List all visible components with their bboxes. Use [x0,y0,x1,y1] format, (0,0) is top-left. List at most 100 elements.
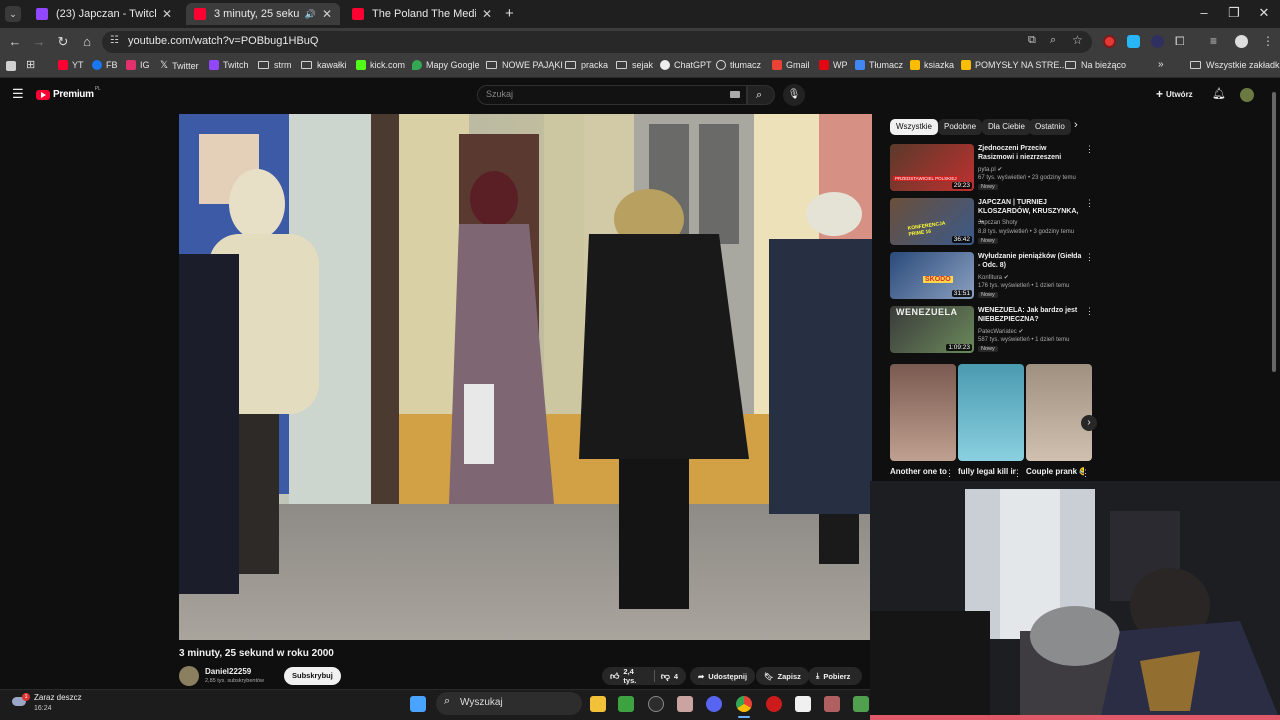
video-thumbnail[interactable]: KONFERENCJA PRIME 16 36:42 [890,198,974,245]
bookmark-yt[interactable]: YT [58,60,84,70]
close-window-icon[interactable]: ✕ [1254,5,1274,21]
youtube-logo[interactable]: Premium PL [36,86,101,100]
close-tab-icon[interactable]: ✕ [162,7,172,21]
voice-search-mic-icon[interactable]: 🎙 [783,84,805,106]
close-tab-icon[interactable]: ✕ [322,7,332,21]
recommendation-title[interactable]: Zjednoczeni Przeciw Rasizmowi i niezrzes… [978,144,1084,162]
more-options-icon[interactable]: ⋮ [1013,468,1022,479]
shorts-next-chevron-icon[interactable]: › [1081,415,1097,431]
share-button[interactable]: ➦ Udostępnij [690,667,756,685]
weather-widget[interactable]: 1 Zaraz deszcz 16:24 [10,693,100,717]
app-icon[interactable] [795,696,811,712]
home-icon[interactable]: ⌂ [79,34,95,50]
dislike-button[interactable]: 👎︎ 4 [661,671,678,682]
bookmark-folder-nowe-pajaki[interactable]: NOWE PAJĄKI [486,60,563,70]
app-icon[interactable] [618,696,634,712]
audio-playing-icon[interactable]: 🔊 [305,9,316,20]
bookmark-tlumacz-google[interactable]: Tłumacz [855,60,903,70]
more-options-icon[interactable]: ⋮ [945,468,954,479]
extension-icon[interactable] [1127,35,1140,48]
forward-arrow-icon[interactable]: → [31,34,47,50]
chrome-menu-icon[interactable]: ⋮ [1262,34,1274,48]
channel-name[interactable]: pyta.pl ✔ [978,166,1002,173]
extensions-puzzle-icon[interactable]: ⧠ [1175,34,1185,49]
chip-for-you[interactable]: Dla Ciebie [982,119,1031,135]
channel-name[interactable]: Daniel22259 [205,667,251,676]
media-controls-icon[interactable]: ≡ [1210,34,1217,48]
recommendation-item[interactable]: WENEZUELA 1:09:23 WENEZUELA: Jak bardzo … [890,306,1095,356]
bookmark-fb[interactable]: FB [92,60,118,70]
bookmark-folder-na-biezaco[interactable]: Na bieżąco [1065,60,1126,70]
channel-avatar[interactable] [179,666,199,686]
more-options-icon[interactable]: ⋮ [1085,252,1094,263]
recommendation-title[interactable]: Wyłudzanie pieniążków (Giełda - Odc. 8) [978,252,1084,270]
reload-icon[interactable]: ↻ [55,34,71,50]
bookmark-folder-strm[interactable]: strm [258,60,292,70]
bookmark-ksiazka[interactable]: ksiazka [910,60,954,70]
video-thumbnail[interactable]: SKODO 31:51 [890,252,974,299]
minimize-icon[interactable]: – [1194,5,1214,20]
recommendation-item[interactable]: PRZEDSTAWICIEL POLSKIEJ 29:23 Zjednoczen… [890,144,1095,194]
zoom-icon[interactable]: ⌕ [1050,34,1056,47]
channel-name[interactable]: Japczan Shoty [978,220,1017,226]
bookmark-star-icon[interactable]: ☆ [1072,33,1083,47]
bookmark-maps[interactable]: Mapy Google [412,60,480,70]
profile-avatar[interactable] [1235,35,1248,48]
new-tab-button[interactable]: + [505,5,514,22]
file-explorer-icon[interactable] [590,696,606,712]
taskbar-search[interactable]: ⌕ Wyszukaj [436,692,582,715]
menu-hamburger-icon[interactable]: ☰ [12,86,24,102]
recommendation-item[interactable]: KONFERENCJA PRIME 16 36:42 JAPCZAN | TUR… [890,198,1095,248]
discord-icon[interactable] [706,696,722,712]
download-button[interactable]: ⤓ Pobierz [808,667,862,685]
short-title[interactable]: Couple prank 😂 #funny [1026,467,1084,479]
short-title[interactable]: fully legal kill in Hitman [958,467,1016,479]
save-button[interactable]: 🔖︎ Zapisz [756,667,809,685]
bookmark-all-bookmarks[interactable]: Wszystkie zakładki [1190,60,1280,70]
bookmark-ig[interactable]: IG [126,60,150,70]
search-input[interactable]: Szukaj [477,85,747,105]
apps-grid-icon[interactable]: ⊞ [26,58,35,71]
notifications-bell-icon[interactable]: 🔔︎ [1212,87,1226,100]
app-icon[interactable] [648,696,664,712]
back-arrow-icon[interactable]: ← [7,34,23,50]
app-icon[interactable] [824,696,840,712]
bookmark-kick[interactable]: kick.com [356,60,405,70]
bookmark-folder-sejak[interactable]: sejak [616,60,653,70]
channel-name[interactable]: PatecWariatec ✔ [978,328,1024,335]
bookmark-chatgpt[interactable]: ChatGPT [660,60,712,70]
recommendation-item[interactable]: SKODO 31:51 Wyłudzanie pieniążków (Giełd… [890,252,1095,302]
record-extension-icon[interactable] [1103,35,1116,48]
bookmark-pomysly[interactable]: POMYSŁY NA STRE... [961,60,1067,70]
site-info-icon[interactable]: ☷ [110,35,119,46]
address-bar[interactable]: ☷ youtube.com/watch?v=POBbug1HBuQ ⧉ ⌕ ☆ [102,31,1092,53]
bookmark-tlumacz[interactable]: tłumacz [716,60,761,70]
short-title[interactable]: Another one to haunt yo... [890,467,948,479]
create-button[interactable]: + Utwórz [1156,87,1193,101]
chip-similar[interactable]: Podobne [938,119,983,135]
windows-start-icon[interactable] [410,696,426,712]
browser-tab-youtube[interactable]: The Poland The Media Won't Sh ✕ [344,3,500,25]
short-thumbnail[interactable] [890,364,956,461]
more-options-icon[interactable]: ⋮ [1085,306,1094,317]
more-options-icon[interactable]: ⋮ [1085,198,1094,209]
video-thumbnail[interactable]: PRZEDSTAWICIEL POLSKIEJ 29:23 [890,144,974,191]
more-options-icon[interactable]: ⋮ [1081,468,1090,479]
account-avatar[interactable] [1240,88,1254,102]
video-thumbnail[interactable]: WENEZUELA 1:09:23 [890,306,974,353]
bookmark-gmail[interactable]: Gmail [772,60,810,70]
bookmark-folder-pracka[interactable]: pracka [565,60,608,70]
bookmark-twitter[interactable]: 𝕏 Twitter [160,60,199,71]
video-player[interactable] [179,114,872,640]
short-thumbnail[interactable] [958,364,1024,461]
keyboard-icon[interactable] [730,91,740,98]
tab-search-button[interactable]: ⌄ [5,6,21,22]
install-app-icon[interactable]: ⧉ [1028,34,1036,47]
restore-icon[interactable]: ❐ [1224,5,1244,21]
channel-name[interactable]: Konfitura ✔ [978,274,1009,281]
app-icon[interactable] [677,696,693,712]
search-button[interactable]: ⌕ [747,85,775,105]
chip-all[interactable]: Wszystkie [890,119,938,135]
chips-next-chevron-icon[interactable]: › [1074,119,1078,131]
browser-tab-twitch[interactable]: (23) Japczan - Twitch ✕ [28,3,180,25]
